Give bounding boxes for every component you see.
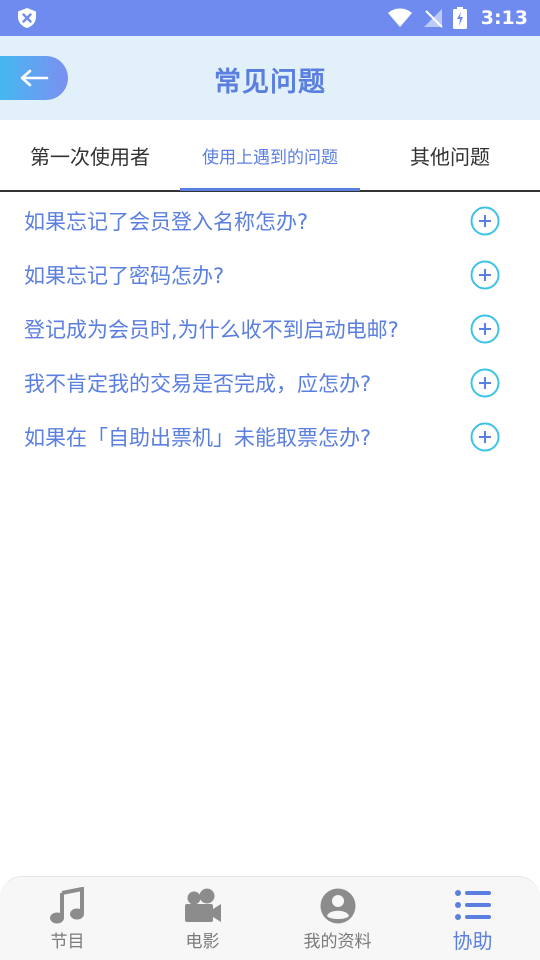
- faq-item[interactable]: 如果在「自助出票机」未能取票怎办?: [0, 410, 540, 464]
- nav-item-programs[interactable]: 节目: [0, 877, 135, 960]
- list-icon: [454, 890, 491, 920]
- battery-charging-icon: [452, 7, 467, 29]
- expand-plus-icon[interactable]: [470, 422, 500, 452]
- faq-question: 如果忘记了密码怎办?: [24, 264, 225, 288]
- bottom-navigation: 节目 电影 我的资料 协助: [0, 876, 540, 960]
- header: 常见问题: [0, 36, 540, 120]
- status-time: 3:13: [480, 7, 528, 29]
- expand-plus-icon[interactable]: [470, 206, 500, 236]
- nav-label: 我的资料: [303, 932, 372, 952]
- active-tab-indicator: [180, 188, 360, 191]
- faq-list: 如果忘记了会员登入名称怎办? 如果忘记了密码怎办? 登记成为会员时,为什么收不到…: [0, 194, 540, 464]
- nav-label: 电影: [185, 932, 220, 952]
- expand-plus-icon[interactable]: [470, 260, 500, 290]
- faq-item[interactable]: 我不肯定我的交易是否完成，应怎办?: [0, 356, 540, 410]
- faq-item[interactable]: 如果忘记了会员登入名称怎办?: [0, 194, 540, 248]
- nav-item-my-profile[interactable]: 我的资料: [270, 877, 405, 960]
- faq-question: 如果在「自助出票机」未能取票怎办?: [24, 426, 372, 450]
- faq-item[interactable]: 如果忘记了密码怎办?: [0, 248, 540, 302]
- faq-item[interactable]: 登记成为会员时,为什么收不到启动电邮?: [0, 302, 540, 356]
- expand-plus-icon[interactable]: [470, 314, 500, 344]
- page-title: 常见问题: [214, 67, 326, 98]
- expand-plus-icon[interactable]: [470, 368, 500, 398]
- movie-camera-icon: [184, 888, 221, 922]
- no-signal-icon: [423, 9, 443, 28]
- tab-usage-problems[interactable]: 使用上遇到的问题: [180, 120, 360, 190]
- nav-item-help[interactable]: 协助: [405, 877, 540, 960]
- shield-icon: [18, 8, 36, 28]
- user-icon: [320, 888, 355, 924]
- status-bar: 3:13: [0, 0, 540, 36]
- tab-first-time-users[interactable]: 第一次使用者: [0, 120, 180, 190]
- nav-label: 协助: [452, 929, 493, 953]
- music-note-icon: [49, 887, 84, 924]
- tab-bar: 第一次使用者 使用上遇到的问题 其他问题: [0, 120, 540, 192]
- wifi-icon: [387, 8, 412, 27]
- nav-label: 节目: [50, 932, 85, 952]
- nav-item-movies[interactable]: 电影: [135, 877, 270, 960]
- faq-question: 我不肯定我的交易是否完成，应怎办?: [24, 372, 372, 396]
- faq-question: 登记成为会员时,为什么收不到启动电邮?: [24, 318, 399, 342]
- faq-question: 如果忘记了会员登入名称怎办?: [24, 210, 309, 234]
- tab-other-questions[interactable]: 其他问题: [360, 120, 540, 190]
